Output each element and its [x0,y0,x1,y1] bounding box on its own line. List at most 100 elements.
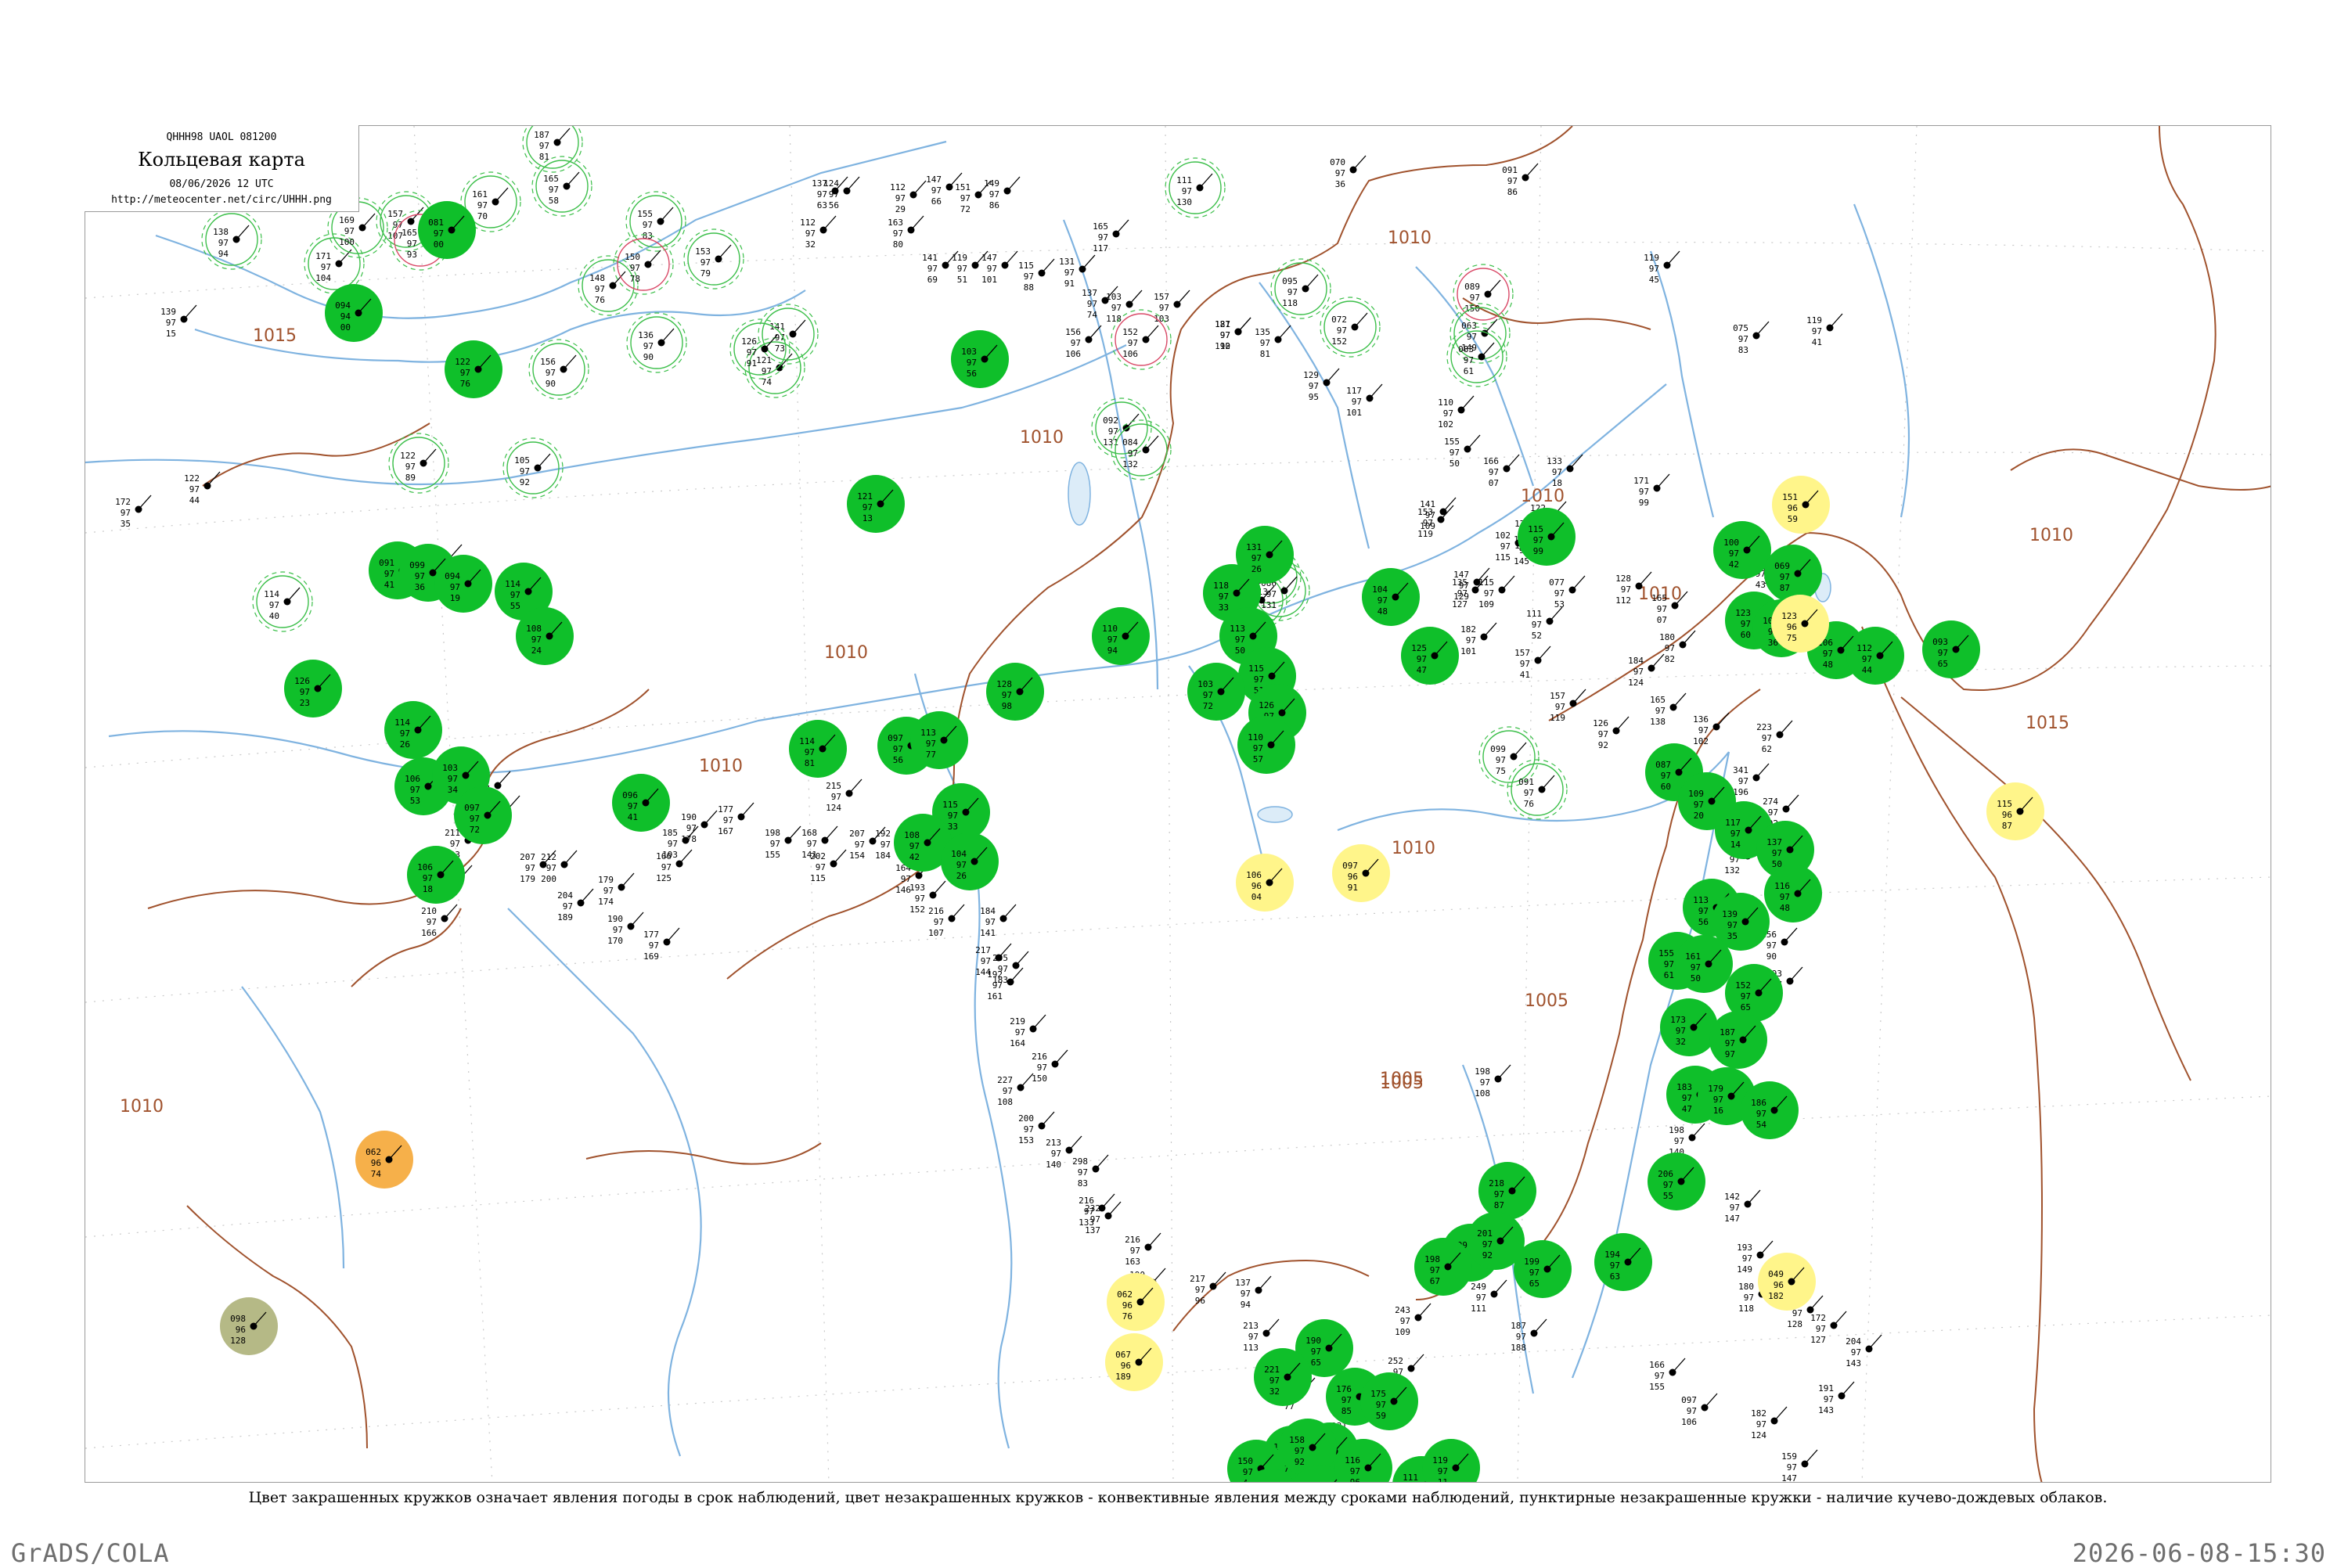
station-value-mid: 97 [1762,733,1772,743]
station-pressure: 183 [1676,1082,1692,1092]
station-value-mid: 97 [1024,1124,1034,1135]
wind-barb [1789,966,1803,982]
station-value-mid: 97 [470,814,480,824]
station-value-mid: 97 [434,228,444,239]
station-value-low: 89 [405,473,416,483]
station-ring: 1389794 [201,209,262,270]
station-value-low: 92 [520,477,530,487]
station-value-low: 55 [1663,1191,1673,1201]
weather-disc [1478,1162,1536,1220]
station-value-low: 47 [1417,665,1427,675]
station-pressure: 217 [975,945,991,955]
station-plot: 1129732 [800,215,837,250]
station-pressure: 112 [800,218,816,228]
station-value-low: 112 [1615,595,1631,606]
station-pressure: 119 [1432,1455,1448,1466]
station-plot: 1299795 [1303,368,1340,402]
station-pressure: 087 [1655,760,1671,770]
station-plot: 16697155 [1649,1358,1686,1392]
station-value-mid: 97 [1071,338,1081,348]
station-value-low: 72 [960,204,971,214]
station-weather-disc: 1129744 [1846,627,1904,685]
station-value-low: 36 [1335,179,1345,189]
station-pressure: 207 [520,852,535,862]
station-pressure: 136 [1693,714,1709,725]
station-value-low: 33 [1219,602,1229,613]
wind-barb [564,850,578,865]
station-value-low: 65 [1741,1002,1751,1012]
station-value-mid: 97 [1489,467,1499,477]
station-value-low: 183 [992,975,1008,985]
station-pressure: 097 [888,733,903,743]
weather-disc [941,833,999,890]
station-value-mid: 97 [805,228,816,239]
station-pressure: 110 [1102,624,1118,634]
station-value-low: 86 [989,200,999,210]
wind-barb [951,904,965,919]
station-pressure: 157 [1154,292,1169,302]
station-value-low: 117 [1093,243,1108,254]
weather-disc [407,846,465,904]
station-value-mid: 97 [1260,338,1270,348]
station-pressure: 114 [505,579,520,589]
station-value-low: 155 [1649,1382,1665,1392]
software-label: GrADS/COLA [11,1538,170,1568]
station-value-mid: 97 [1253,743,1263,753]
station-pressure: 213 [1243,1321,1259,1331]
station-value-mid: 97 [807,839,817,849]
station-value-mid: 97 [1377,595,1388,606]
wind-barb [1101,1193,1115,1209]
station-value-low: 83 [1738,345,1748,355]
station-value-mid: 97 [901,874,911,884]
station-plot: 1579741 [1514,646,1551,680]
station-value-mid: 97 [1111,303,1122,313]
station-plot: 1229744 [184,471,221,505]
station-value-low: 63 [1610,1271,1620,1282]
weather-disc [1414,1238,1472,1296]
weather-disc [1675,935,1733,993]
wind-barb [1673,692,1687,708]
station-plot: 18797188 [1511,1318,1547,1353]
station-value-low: 07 [1489,478,1499,488]
station-pressure: 186 [1751,1098,1766,1108]
station-pressure: 243 [1395,1305,1410,1315]
weather-disc [418,201,476,259]
station-pressure: 187 [534,130,549,140]
station-value-low: 163 [1125,1257,1140,1267]
weather-disc [1360,1372,1418,1430]
convective-ring [205,213,258,266]
station-pressure: 100 [1723,538,1739,548]
wind-barb [630,912,644,927]
station-pressure: 098 [230,1314,246,1324]
station-value-low: 167 [718,826,733,836]
station-plot: 0759783 [1733,321,1770,355]
station-value-low: 92 [1482,1250,1493,1261]
weather-disc [1362,568,1420,626]
station-value-mid: 97 [1727,920,1738,930]
station-value-mid: 97 [1738,776,1748,786]
station-value-low: 86 [1507,187,1518,197]
station-value-low: 56 [893,755,903,765]
station-value-mid: 97 [1552,467,1562,477]
station-value-low: 90 [643,352,654,362]
station-pressure: 165 [543,174,559,184]
station-ring: 1149740 [252,571,313,632]
station-value-low: 127 [1810,1335,1826,1345]
station-pressure: 083 [1458,344,1474,354]
station-pressure: 115 [1248,664,1264,674]
station-value-low: 61 [1464,366,1474,376]
station-weather-disc: 1259747 [1401,627,1459,685]
station-weather-disc: 1049748 [1362,568,1420,626]
station-pressure: 122 [400,451,416,461]
station-value-low: 81 [539,152,549,162]
station-value-low: 170 [607,936,623,946]
wind-barb [1774,1406,1788,1422]
station-weather-disc: 0949719 [434,555,492,613]
station-value-low: 44 [189,495,200,505]
station-pressure: 117 [1346,386,1362,396]
station-weather-disc: 1199711 [1422,1439,1480,1482]
wind-barb [1054,1049,1068,1065]
station-pressure: 069 [1774,561,1790,571]
weather-disc [1648,1153,1705,1210]
wind-barb [1513,742,1527,757]
